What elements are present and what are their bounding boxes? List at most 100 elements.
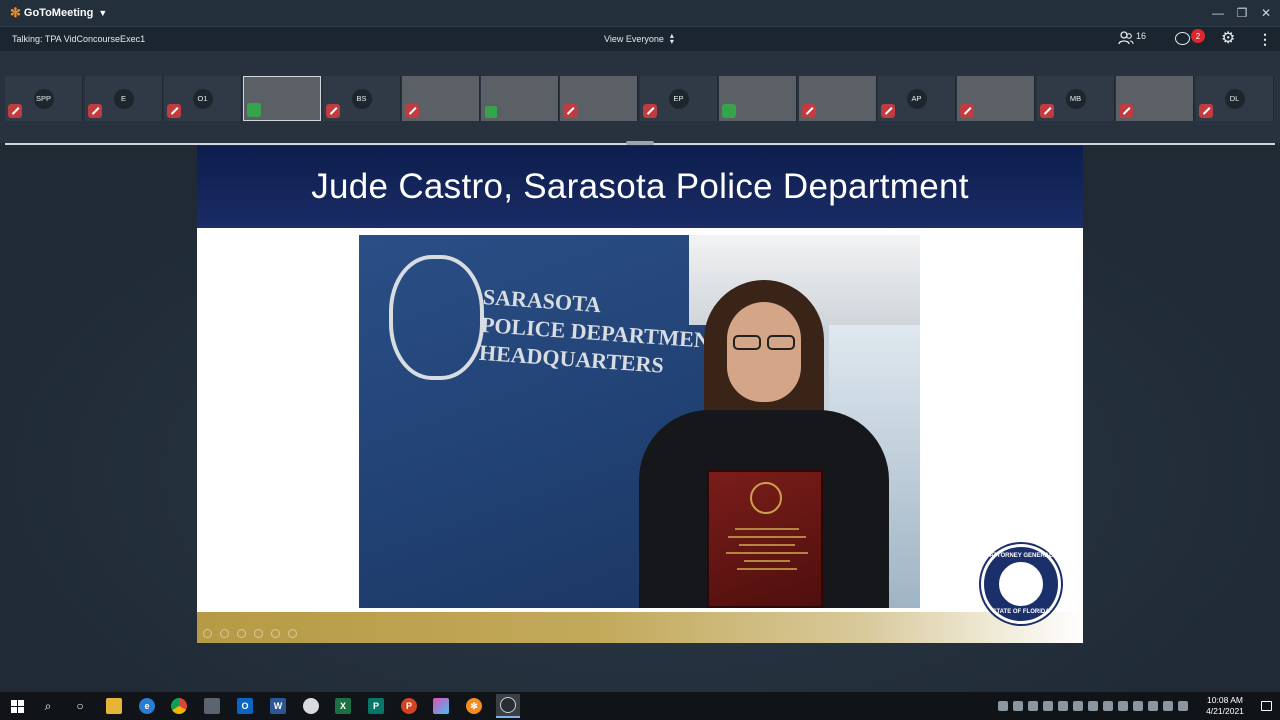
participant-tile[interactable]: MB <box>1037 76 1115 121</box>
photos-icon[interactable] <box>432 697 450 715</box>
skype-icon[interactable] <box>1013 701 1023 711</box>
publisher-icon[interactable]: P <box>367 697 385 715</box>
clock-date: 4/21/2021 <box>1206 706 1244 716</box>
app-name: GoToMeeting <box>23 7 94 19</box>
chrome-tray-icon[interactable] <box>1073 701 1083 711</box>
excel-icon[interactable]: X <box>334 697 352 715</box>
participant-initials: AP <box>906 88 927 109</box>
screen-capture-icon[interactable] <box>496 694 520 718</box>
participant-video-tile[interactable] <box>957 76 1035 121</box>
participant-video-tile[interactable] <box>243 76 321 121</box>
meeting-tray-icon[interactable] <box>1148 701 1158 711</box>
chat-bubble-icon[interactable] <box>1175 32 1190 45</box>
mic-muted-icon <box>88 104 102 118</box>
next-slide-icon[interactable] <box>220 629 229 638</box>
microphone-icon[interactable] <box>998 701 1008 711</box>
mail-icon[interactable] <box>1103 701 1113 711</box>
mic-muted-icon <box>8 104 22 118</box>
participant-video-tile[interactable] <box>481 76 559 121</box>
slide-header: Jude Castro, Sarasota Police Department <box>197 146 1083 228</box>
plaque-seal <box>750 482 782 514</box>
minimize-icon[interactable]: — <box>1212 6 1224 20</box>
paint-icon[interactable] <box>302 697 320 715</box>
calculator-icon[interactable] <box>203 697 221 715</box>
participant-video-tile[interactable] <box>799 76 877 121</box>
participant-initials: E <box>113 88 134 109</box>
award-plaque <box>707 470 823 608</box>
mic-muted-icon <box>960 104 974 118</box>
mic-speaking-icon <box>247 103 261 117</box>
gotomeeting-logo-icon: ✻ <box>10 5 21 20</box>
powerpoint-icon[interactable]: P <box>400 697 418 715</box>
meeting-toolbar: Talking: TPA VidConcourseExec1 View Ever… <box>0 26 1280 51</box>
participant-video-tile[interactable] <box>560 76 638 121</box>
system-clock[interactable]: 10:08 AM 4/21/2021 <box>1198 695 1252 717</box>
network-icon[interactable] <box>1028 701 1038 711</box>
participant-tile[interactable]: O1 <box>164 76 242 121</box>
security-icon[interactable] <box>1088 701 1098 711</box>
mic-muted-icon <box>167 104 181 118</box>
face <box>727 302 801 402</box>
mic-muted-icon <box>326 104 340 118</box>
more-options-icon[interactable]: ⋮ <box>1258 32 1272 46</box>
slide-footer-bar <box>197 612 1083 643</box>
clock-time: 10:08 AM <box>1207 695 1243 705</box>
outlook-icon[interactable]: O <box>236 697 254 715</box>
close-icon[interactable]: ✕ <box>1260 6 1272 20</box>
pen-icon[interactable] <box>237 629 246 638</box>
file-explorer-icon[interactable] <box>105 697 123 715</box>
bluetooth-icon[interactable] <box>1178 701 1188 711</box>
more-slide-options-icon[interactable] <box>288 629 297 638</box>
talking-indicator: Talking: TPA VidConcourseExec1 <box>12 34 146 44</box>
participant-video-tile[interactable] <box>402 76 480 121</box>
people-tray-icon[interactable] <box>1133 701 1143 711</box>
windows-start-icon[interactable] <box>8 697 26 715</box>
slide-title: Jude Castro, Sarasota Police Department <box>311 167 969 206</box>
battery-icon[interactable] <box>1058 701 1068 711</box>
participant-tile[interactable]: AP <box>878 76 956 121</box>
cortana-icon[interactable]: ○ <box>71 697 89 715</box>
settings-gear-icon[interactable]: ⚙ <box>1221 31 1235 47</box>
mic-muted-icon <box>563 104 577 118</box>
mic-muted-icon <box>881 104 895 118</box>
notification-center-icon[interactable] <box>1252 701 1280 711</box>
mic-muted-icon <box>802 104 816 118</box>
slides-grid-icon[interactable] <box>254 629 263 638</box>
attendees-button[interactable]: 16 <box>1118 31 1146 45</box>
app-menu-button[interactable]: ✻ GoToMeeting ▼ <box>10 5 107 21</box>
restore-icon[interactable]: ❐ <box>1236 6 1248 20</box>
gotomeeting-icon[interactable]: ✻ <box>465 697 483 715</box>
slide-photo: SARASOTA POLICE DEPARTMENT HEADQUARTERS <box>359 235 920 608</box>
word-icon[interactable]: W <box>269 697 287 715</box>
chat-unread-badge: 2 <box>1191 29 1205 43</box>
participant-tile[interactable]: EP <box>640 76 718 121</box>
participant-strip: SPP E O1 BS EP AP MB DL <box>0 51 1280 143</box>
participant-initials: MB <box>1065 88 1086 109</box>
mic-muted-icon <box>1199 104 1213 118</box>
participant-tile[interactable]: E <box>85 76 163 121</box>
view-everyone-select[interactable]: View Everyone ▴ ▾ <box>604 32 674 46</box>
previous-slide-icon[interactable] <box>203 629 212 638</box>
edge-icon[interactable]: e <box>138 697 156 715</box>
participant-video-tile[interactable] <box>1116 76 1194 121</box>
participant-tile[interactable]: SPP <box>5 76 83 121</box>
search-icon[interactable]: ⌕ <box>39 697 57 715</box>
usb-icon[interactable] <box>1163 701 1173 711</box>
chrome-icon[interactable] <box>170 697 188 715</box>
participant-tile[interactable]: DL <box>1196 76 1274 121</box>
outlook-tray-icon[interactable] <box>1118 701 1128 711</box>
zoom-icon[interactable] <box>271 629 280 638</box>
participant-initials: BS <box>351 88 372 109</box>
window-controls: — ❐ ✕ <box>1212 0 1272 26</box>
participant-initials: EP <box>668 88 689 109</box>
participant-tile[interactable]: BS <box>323 76 401 121</box>
participant-initials: SPP <box>33 88 54 109</box>
mic-muted-icon <box>1119 104 1133 118</box>
view-label: View Everyone <box>604 34 664 44</box>
participant-initials: DL <box>1224 88 1245 109</box>
people-icon <box>1118 31 1134 45</box>
volume-icon[interactable] <box>1043 701 1053 711</box>
participant-video-tile[interactable] <box>719 76 797 121</box>
mic-speaking-icon <box>722 104 736 118</box>
dropdown-caret-icon: ▼ <box>98 8 108 18</box>
